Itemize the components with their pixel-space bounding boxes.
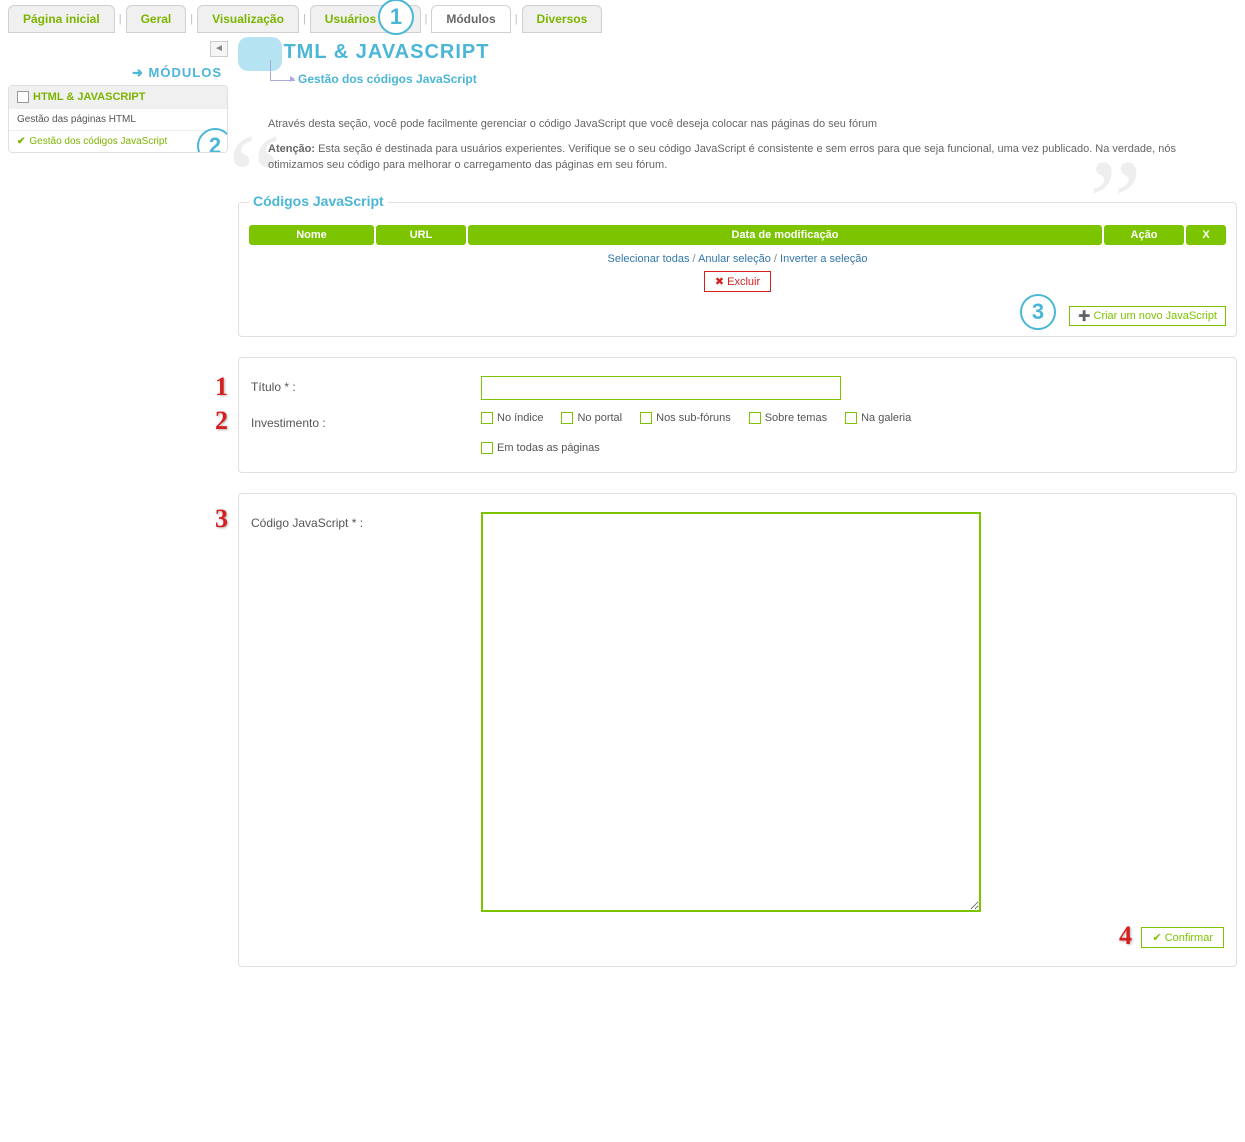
investimento-label: Investimento :: [251, 412, 481, 430]
cb-na-galeria[interactable]: Na galeria: [845, 412, 911, 424]
check-icon: ✔: [17, 136, 25, 147]
sidebar-back-button[interactable]: ◄: [210, 41, 228, 57]
code-label: Código JavaScript * :: [251, 512, 481, 530]
intro-p2: Atenção: Esta seção é destinada para usu…: [268, 141, 1207, 174]
sidebar-item-js-codes[interactable]: ✔ Gestão dos códigos JavaScript: [9, 130, 227, 152]
cb-no-indice[interactable]: No índice: [481, 412, 543, 424]
page-title: HTML & JAVASCRIPT: [268, 41, 1237, 64]
sidebar-item-label: Gestão dos códigos JavaScript: [29, 136, 167, 147]
checkbox-icon: [845, 412, 857, 424]
tab-modulos[interactable]: Módulos: [431, 5, 510, 33]
red-callout-2: 2: [215, 406, 228, 436]
titulo-label: Título * :: [251, 376, 481, 394]
red-callout-3: 3: [215, 504, 228, 534]
callout-1: 1: [378, 0, 414, 35]
checkbox-group: No índice No portal Nos sub-fóruns Sobre…: [481, 412, 1224, 454]
sidebar-header-label: HTML & JAVASCRIPT: [33, 91, 145, 103]
page-header: HTML & JAVASCRIPT Gestão dos códigos Jav…: [238, 41, 1237, 86]
checkbox-icon: [481, 442, 493, 454]
cb-sobre-temas[interactable]: Sobre temas: [749, 412, 827, 424]
cb-label: Na galeria: [861, 412, 911, 424]
intro-block: “ ” Através desta seção, você pode facil…: [238, 106, 1237, 202]
document-icon: [17, 91, 29, 103]
tab-geral[interactable]: Geral: [126, 5, 187, 33]
tab-pagina-inicial[interactable]: Página inicial: [8, 5, 115, 33]
link-select-all[interactable]: Selecionar todas: [608, 253, 690, 265]
create-js-button[interactable]: Criar um novo JavaScript: [1069, 306, 1226, 326]
code-textarea[interactable]: [481, 512, 981, 912]
col-url: URL: [376, 225, 466, 245]
titulo-input[interactable]: [481, 376, 841, 400]
checkbox-icon: [481, 412, 493, 424]
red-callout-4: 4: [1119, 921, 1132, 951]
tab-visualizacao[interactable]: Visualização: [197, 5, 299, 33]
intro-p1: Através desta seção, você pode facilment…: [268, 116, 1207, 133]
cb-label: Em todas as páginas: [497, 442, 600, 454]
checkbox-icon: [749, 412, 761, 424]
cb-nos-subforuns[interactable]: Nos sub-fóruns: [640, 412, 731, 424]
cb-label: No índice: [497, 412, 543, 424]
delete-button[interactable]: Excluir: [704, 271, 771, 292]
content: HTML & JAVASCRIPT Gestão dos códigos Jav…: [238, 41, 1237, 987]
cb-label: Sobre temas: [765, 412, 827, 424]
sidebar-header: HTML & JAVASCRIPT: [9, 86, 227, 108]
sidebar-item-label: Gestão das páginas HTML: [17, 114, 136, 125]
cb-label: Nos sub-fóruns: [656, 412, 731, 424]
intro-attention-label: Atenção:: [268, 143, 315, 155]
col-nome: Nome: [249, 225, 374, 245]
link-deselect[interactable]: Anular seleção: [698, 253, 771, 265]
form-panel-2: 3 Código JavaScript * : 4 Confirmar: [238, 493, 1237, 967]
form-panel-1: 1 2 Título * : Investimento : No índice …: [238, 357, 1237, 473]
col-data: Data de modificação: [468, 225, 1102, 245]
cb-no-portal[interactable]: No portal: [561, 412, 622, 424]
js-table-header: Nome URL Data de modificação Ação X: [249, 225, 1226, 245]
col-x: X: [1186, 225, 1226, 245]
top-tabs: Página inicial| Geral| Visualização| Usu…: [8, 5, 1237, 33]
checkbox-icon: [561, 412, 573, 424]
js-codes-panel: Códigos JavaScript Nome URL Data de modi…: [238, 202, 1237, 337]
page-subtitle: Gestão dos códigos JavaScript: [298, 72, 1237, 86]
selection-links: Selecionar todas / Anular seleção / Inve…: [249, 245, 1226, 271]
tab-diversos[interactable]: Diversos: [522, 5, 603, 33]
red-callout-1: 1: [215, 372, 228, 402]
confirm-button[interactable]: Confirmar: [1141, 927, 1224, 948]
col-acao: Ação: [1104, 225, 1184, 245]
cb-label: No portal: [577, 412, 622, 424]
sidebar-title: MÓDULOS: [8, 61, 228, 85]
cb-todas-paginas[interactable]: Em todas as páginas: [481, 442, 1224, 454]
js-codes-legend: Códigos JavaScript: [249, 193, 388, 209]
checkbox-icon: [640, 412, 652, 424]
page-subtitle-text: Gestão dos códigos JavaScript: [298, 72, 477, 86]
link-invert[interactable]: Inverter a seleção: [780, 253, 867, 265]
sidebar: ◄ MÓDULOS HTML & JAVASCRIPT Gestão das p…: [8, 41, 228, 153]
callout-3: 3: [1020, 294, 1056, 330]
sidebar-item-html-pages[interactable]: Gestão das páginas HTML: [9, 108, 227, 130]
intro-attention-text: Esta seção é destinada para usuários exp…: [268, 143, 1176, 172]
